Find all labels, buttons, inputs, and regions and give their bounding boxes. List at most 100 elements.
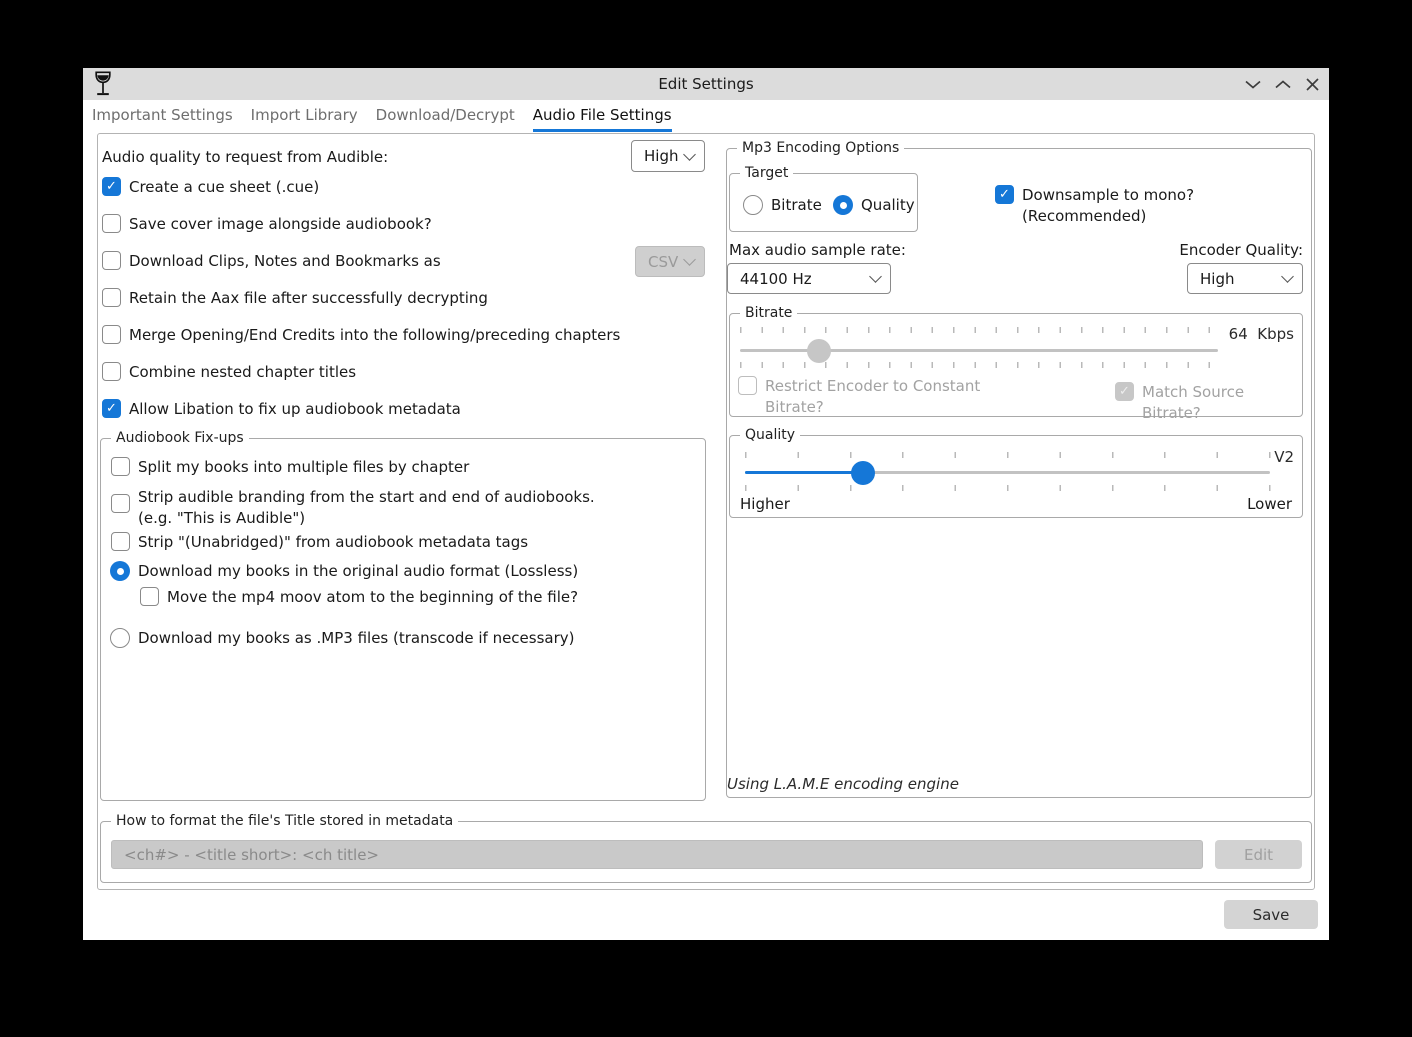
audiobook-fixups-group: Audiobook Fix-ups Split my books into mu…: [100, 438, 706, 801]
audio-quality-select[interactable]: High: [631, 140, 705, 172]
maximize-button[interactable]: [1270, 72, 1296, 96]
target-legend: Target: [740, 164, 793, 183]
match-source-bitrate-label: Match Source Bitrate?: [1142, 382, 1302, 424]
option-row[interactable]: Download Clips, Notes and Bookmarks as: [102, 251, 441, 272]
save-cover-label: Save cover image alongside audiobook?: [129, 214, 432, 235]
sample-rate-value: 44100 Hz: [740, 270, 812, 288]
bitrate-value: 64 Kbps: [1229, 325, 1294, 343]
edit-settings-window: Edit Settings Important Settings Import …: [83, 68, 1329, 940]
quality-group: Quality V2 Higher Lower: [729, 435, 1303, 518]
edit-button: Edit: [1215, 840, 1302, 869]
moov-atom-checkbox[interactable]: [140, 587, 159, 606]
close-icon: [1306, 78, 1319, 91]
tab-important-settings[interactable]: Important Settings: [92, 100, 233, 132]
tab-import-library[interactable]: Import Library: [251, 100, 358, 132]
match-source-bitrate-checkbox: [1115, 382, 1134, 401]
option-row[interactable]: Retain the Aax file after successfully d…: [102, 288, 488, 309]
chevron-down-icon: [869, 270, 882, 283]
audio-quality-value: High: [644, 147, 678, 165]
desktop: { "window": { "title": "Edit Settings" }…: [0, 0, 1412, 1037]
target-quality-radio[interactable]: [833, 195, 853, 215]
restrict-cbr-label: Restrict Encoder to Constant Bitrate?: [765, 376, 985, 418]
downsample-mono-label: Downsample to mono? (Recommended): [1022, 185, 1311, 227]
quality-slider-track[interactable]: [745, 471, 1270, 474]
download-clips-label: Download Clips, Notes and Bookmarks as: [129, 251, 441, 272]
sample-rate-select[interactable]: 44100 Hz: [727, 263, 891, 294]
option-row[interactable]: Combine nested chapter titles: [102, 362, 356, 383]
lossless-radio[interactable]: [110, 561, 130, 581]
option-row[interactable]: Save cover image alongside audiobook?: [102, 214, 432, 235]
cue-sheet-label: Create a cue sheet (.cue): [129, 177, 319, 198]
quality-higher-label: Higher: [740, 494, 790, 515]
titlebar: Edit Settings: [83, 68, 1329, 100]
bitrate-ticks-bottom: [740, 362, 1220, 368]
option-row[interactable]: Strip "(Unabridged)" from audiobook meta…: [111, 532, 528, 553]
strip-branding-checkbox[interactable]: [111, 494, 130, 513]
fixup-metadata-checkbox[interactable]: [102, 399, 121, 418]
downsample-mono-checkbox[interactable]: [995, 185, 1014, 204]
save-cover-checkbox[interactable]: [102, 214, 121, 233]
target-quality-label: Quality: [861, 195, 915, 216]
target-group: Target Bitrate Quality: [729, 173, 918, 232]
combine-chapters-label: Combine nested chapter titles: [129, 362, 356, 383]
option-row[interactable]: Move the mp4 moov atom to the beginning …: [140, 587, 578, 608]
audio-quality-label: Audio quality to request from Audible:: [102, 147, 388, 168]
window-title: Edit Settings: [83, 75, 1329, 93]
retain-aax-checkbox[interactable]: [102, 288, 121, 307]
quality-legend: Quality: [740, 426, 800, 445]
bitrate-group: Bitrate 64 Kbps Restrict Encoder to Cons…: [729, 313, 1303, 417]
restrict-cbr-checkbox: [738, 376, 757, 395]
strip-unabridged-checkbox[interactable]: [111, 532, 130, 551]
option-row[interactable]: Downsample to mono? (Recommended): [995, 185, 1311, 227]
encoder-quality-select[interactable]: High: [1187, 263, 1303, 294]
title-format-legend: How to format the file's Title stored in…: [111, 812, 458, 831]
encoding-engine-note: Using L.A.M.E encoding engine: [727, 775, 959, 793]
audiobook-fixups-legend: Audiobook Fix-ups: [111, 429, 249, 448]
tab-download-decrypt[interactable]: Download/Decrypt: [376, 100, 515, 132]
split-by-chapter-label: Split my books into multiple files by ch…: [138, 457, 469, 478]
mp3-encoding-options-legend: Mp3 Encoding Options: [737, 139, 904, 158]
clips-format-select: CSV: [635, 246, 705, 277]
mp3-files-radio[interactable]: [110, 628, 130, 648]
mp3-encoding-options-group: Mp3 Encoding Options Target Bitrate Qual…: [726, 148, 1312, 798]
tab-audio-file-settings[interactable]: Audio File Settings: [533, 100, 672, 132]
minimize-button[interactable]: [1240, 72, 1266, 96]
chevron-down-icon: [1281, 270, 1294, 283]
chevron-up-icon: [1275, 80, 1291, 89]
cue-sheet-checkbox[interactable]: [102, 177, 121, 196]
bitrate-legend: Bitrate: [740, 304, 797, 323]
option-row[interactable]: Strip audible branding from the start an…: [111, 487, 595, 529]
option-row[interactable]: Split my books into multiple files by ch…: [111, 457, 469, 478]
title-format-group: How to format the file's Title stored in…: [100, 821, 1312, 883]
option-row[interactable]: Create a cue sheet (.cue): [102, 177, 319, 198]
option-row[interactable]: Bitrate: [743, 195, 822, 216]
option-row[interactable]: Download my books in the original audio …: [110, 561, 578, 582]
close-button[interactable]: [1299, 72, 1325, 96]
option-row: Match Source Bitrate?: [1115, 382, 1302, 424]
option-row[interactable]: Quality: [833, 195, 915, 216]
quality-ticks-bottom: [745, 485, 1272, 491]
option-row[interactable]: Download my books as .MP3 files (transco…: [110, 628, 575, 649]
option-row[interactable]: Allow Libation to fix up audiobook metad…: [102, 399, 461, 420]
audio-file-settings-panel: Audio quality to request from Audible: H…: [97, 133, 1315, 890]
split-by-chapter-checkbox[interactable]: [111, 457, 130, 476]
encoder-quality-value: High: [1200, 270, 1234, 288]
lossless-label: Download my books in the original audio …: [138, 561, 578, 582]
merge-credits-checkbox[interactable]: [102, 325, 121, 344]
download-clips-checkbox[interactable]: [102, 251, 121, 270]
bitrate-ticks-top: [740, 327, 1220, 333]
target-bitrate-radio[interactable]: [743, 195, 763, 215]
combine-chapters-checkbox[interactable]: [102, 362, 121, 381]
merge-credits-label: Merge Opening/End Credits into the follo…: [129, 325, 620, 346]
quality-ticks-top: [745, 452, 1272, 458]
bitrate-slider-thumb: [807, 339, 831, 363]
target-bitrate-label: Bitrate: [771, 195, 822, 216]
tab-bar: Important Settings Import Library Downlo…: [83, 100, 1329, 131]
quality-lower-label: Lower: [1247, 494, 1292, 515]
option-row[interactable]: Merge Opening/End Credits into the follo…: [102, 325, 620, 346]
strip-unabridged-label: Strip "(Unabridged)" from audiobook meta…: [138, 532, 528, 553]
save-button[interactable]: Save: [1224, 900, 1318, 929]
strip-branding-label-line1: Strip audible branding from the start an…: [138, 487, 595, 508]
quality-slider-thumb[interactable]: [851, 461, 875, 485]
chevron-down-icon: [1245, 80, 1261, 89]
